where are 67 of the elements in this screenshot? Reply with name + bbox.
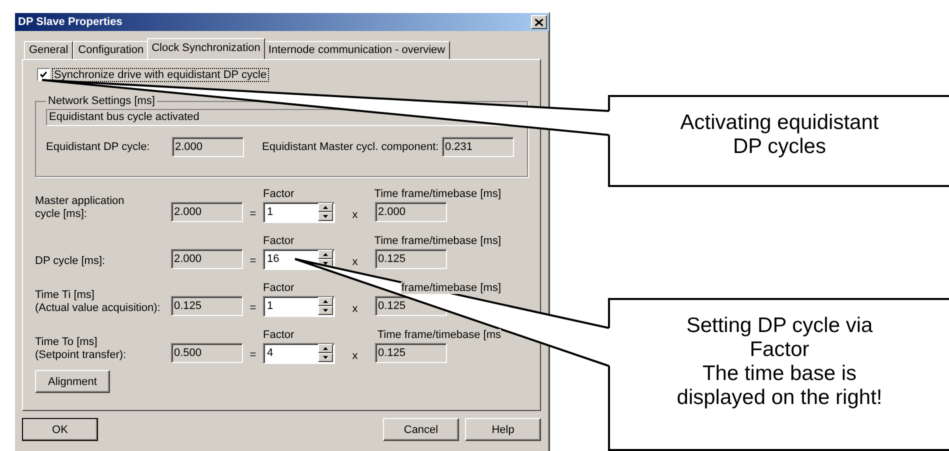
timebase-label: Time frame/timebase [ms]: [374, 235, 501, 247]
value-field: 2.000: [171, 202, 243, 222]
group-title: Network Settings [ms]: [47, 95, 156, 107]
spin-down-button[interactable]: [318, 353, 333, 362]
timebase-field: 2.000: [375, 202, 447, 222]
value-field: 2.000: [172, 137, 244, 157]
field-label: Equidistant Master cycl. component:: [262, 140, 440, 154]
ok-button[interactable]: OK: [22, 418, 98, 441]
cancel-button[interactable]: Cancel: [383, 418, 459, 441]
callout-text: Activating equidistant DP cycles: [680, 111, 879, 159]
row-label: Time Ti [ms] (Actual value acquisition):: [35, 289, 162, 316]
row-label: DP cycle [ms]:: [35, 255, 106, 269]
up-arrow-icon: [323, 253, 328, 256]
value-field: 0.125: [171, 296, 243, 316]
equals-sign: =: [250, 254, 256, 268]
up-arrow-icon: [323, 347, 328, 350]
equals-sign: =: [250, 348, 256, 362]
close-icon: [535, 18, 543, 26]
timebase-label: Time frame/timebase [ms]: [374, 188, 501, 200]
times-sign: x: [352, 208, 358, 222]
times-sign: x: [352, 302, 358, 316]
up-arrow-icon: [323, 300, 328, 303]
spin-up-button[interactable]: [318, 297, 333, 306]
down-arrow-icon: [323, 309, 328, 312]
checkbox[interactable]: [37, 68, 50, 81]
checkbox-label[interactable]: Synchronize drive with equidistant DP cycle: [53, 68, 268, 80]
value-field: 2.000: [171, 249, 243, 269]
alignment-button[interactable]: Alignment: [35, 370, 110, 393]
timebase-field: 0.125: [375, 343, 447, 363]
help-button[interactable]: Help: [465, 418, 541, 441]
tab[interactable]: General: [24, 41, 74, 59]
equals-sign: =: [250, 300, 256, 314]
factor-label: Factor: [263, 235, 294, 247]
spin-up-button[interactable]: [318, 203, 333, 212]
callout-text: Setting DP cycle via Factor The time base is displayed on the right!: [676, 314, 882, 410]
factor-label: Factor: [263, 282, 294, 294]
factor-label: Factor: [263, 188, 294, 200]
factor-label: Factor: [263, 329, 294, 341]
tab[interactable]: Configuration: [73, 41, 149, 59]
factor-spinner[interactable]: 1: [263, 296, 335, 316]
row-label: Master application cycle [ms]:: [35, 195, 126, 222]
row-label: Time To [ms] (Setpoint transfer):: [35, 336, 128, 363]
window-title: DP Slave Properties: [18, 16, 122, 28]
value-field: 0.231: [442, 137, 514, 157]
factor-spinner[interactable]: 16: [263, 248, 335, 270]
close-button[interactable]: [531, 15, 547, 29]
up-arrow-icon: [323, 206, 328, 209]
factor-spinner[interactable]: 4: [263, 342, 335, 364]
spin-down-button[interactable]: [318, 306, 333, 315]
field-label: Equidistant DP cycle:: [46, 140, 151, 154]
down-arrow-icon: [323, 262, 328, 265]
timebase-label: frame/timebase [ms]: [401, 282, 501, 294]
timebase-field: 0.125: [375, 249, 447, 269]
tab[interactable]: Clock Synchronization: [146, 38, 266, 59]
tab[interactable]: Internode communication - overview: [263, 41, 450, 59]
timebase-label: Time frame/timebase [ms: [377, 329, 501, 341]
equals-sign: =: [250, 206, 256, 220]
value-field: 0.500: [171, 343, 243, 363]
times-sign: x: [352, 254, 358, 268]
spin-down-button[interactable]: [318, 212, 333, 221]
down-arrow-icon: [323, 215, 328, 218]
times-sign: x: [352, 348, 358, 362]
factor-spinner[interactable]: 1: [263, 202, 335, 222]
spin-up-button[interactable]: [318, 250, 333, 259]
spin-up-button[interactable]: [318, 344, 333, 353]
down-arrow-icon: [323, 356, 328, 359]
check-icon: [40, 71, 47, 78]
